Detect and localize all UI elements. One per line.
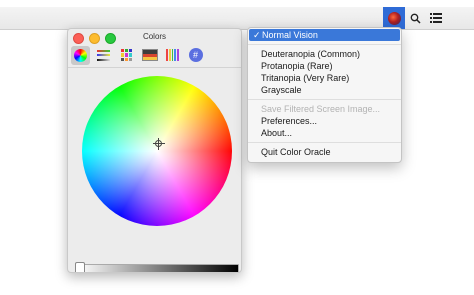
pencils-icon <box>166 49 179 61</box>
color-wheel-pane <box>72 69 239 272</box>
menu-item-deuteranopia[interactable]: Deuteranopia (Common) <box>248 48 401 60</box>
panel-toolbar: # <box>71 44 205 66</box>
menu-item-protanopia[interactable]: Protanopia (Rare) <box>248 60 401 72</box>
color-sliders-tab[interactable] <box>94 46 113 65</box>
menu-item-about[interactable]: About... <box>248 127 401 139</box>
checkmark-icon: ✓ <box>253 30 261 40</box>
globe-tab[interactable]: # <box>186 46 205 65</box>
color-wheel-tab[interactable] <box>71 45 90 65</box>
menu-bar <box>0 7 474 30</box>
image-palettes-tab[interactable] <box>140 46 159 65</box>
pencils-tab[interactable] <box>163 46 182 65</box>
panel-title: Colors <box>142 32 167 41</box>
brightness-slider-knob[interactable] <box>75 262 85 272</box>
menu-item-normal-vision[interactable]: ✓ Normal Vision <box>249 29 400 41</box>
menu-item-preferences[interactable]: Preferences... <box>248 115 401 127</box>
menu-item-tritanopia[interactable]: Tritanopia (Very Rare) <box>248 72 401 84</box>
color-oracle-icon[interactable] <box>383 7 405 29</box>
color-palettes-tab[interactable] <box>117 46 136 65</box>
brightness-slider[interactable] <box>77 264 239 272</box>
palettes-icon <box>120 49 133 61</box>
image-palette-icon <box>141 49 158 61</box>
menu-item-quit[interactable]: Quit Color Oracle <box>248 146 401 158</box>
sliders-icon <box>97 49 110 61</box>
crosshair-icon[interactable] <box>153 138 165 150</box>
color-oracle-menu: ✓ Normal Vision Deuteranopia (Common) Pr… <box>247 27 402 163</box>
list-icon[interactable] <box>428 7 444 29</box>
menu-separator <box>248 44 401 45</box>
color-wheel[interactable] <box>82 76 232 226</box>
menu-item-save-filtered: Save Filtered Screen Image... <box>261 104 381 114</box>
menu-separator <box>248 142 401 143</box>
search-icon[interactable] <box>407 7 423 29</box>
menu-separator <box>248 99 401 100</box>
color-wheel-icon <box>74 48 87 62</box>
colors-panel: Colors # <box>67 28 242 273</box>
globe-icon: # <box>188 48 203 62</box>
menu-item-grayscale[interactable]: Grayscale <box>248 84 401 96</box>
